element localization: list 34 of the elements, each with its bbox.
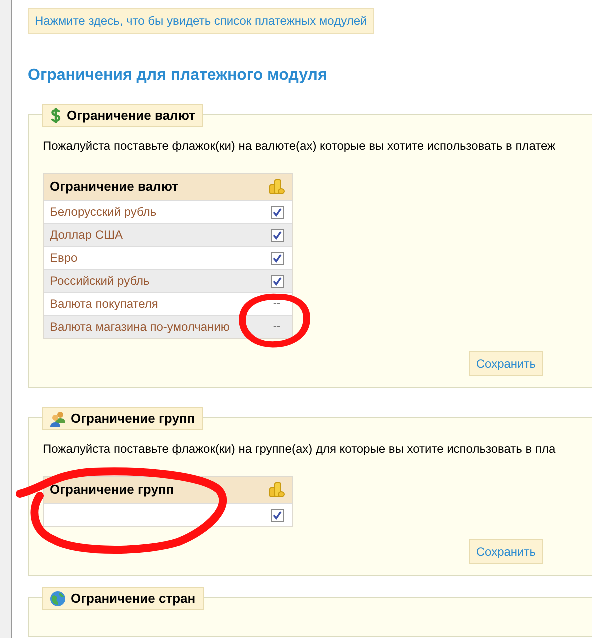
checkbox[interactable] bbox=[270, 508, 284, 522]
check-icon bbox=[272, 230, 282, 240]
column-title: Ограничение групп bbox=[50, 482, 174, 498]
globe-icon bbox=[50, 590, 66, 606]
check-icon bbox=[272, 254, 282, 262]
coins-icon bbox=[269, 482, 285, 498]
row-label: Валюта покупателя bbox=[50, 297, 158, 311]
page-heading: Ограничения для платежного модуля bbox=[28, 66, 328, 86]
row-label: Белорусский рубль bbox=[50, 205, 157, 219]
instruction-text: Пожалуйста поставьте флажок(ки) на группе(ах) для которые вы хотите использовать в пла bbox=[43, 441, 557, 458]
checkbox[interactable] bbox=[270, 252, 284, 264]
legend-title: Ограничение групп bbox=[71, 410, 196, 428]
value-text: -- bbox=[272, 320, 282, 334]
row-label: Валюта магазина по-умолчанию bbox=[50, 320, 230, 334]
checkbox[interactable] bbox=[270, 206, 284, 218]
checkbox[interactable] bbox=[270, 274, 284, 288]
row-label: Евро bbox=[50, 251, 78, 265]
value-text: -- bbox=[272, 298, 282, 310]
coins-icon bbox=[269, 179, 285, 195]
legend-title: Ограничение стран bbox=[71, 590, 196, 608]
check-icon bbox=[272, 276, 282, 286]
save-button[interactable]: Сохранить bbox=[469, 539, 543, 564]
users-icon bbox=[50, 410, 66, 426]
checkbox[interactable] bbox=[270, 228, 284, 242]
instruction-text: Пожалуйста поставьте флажок(ки) на валюте(ах) которые вы хотите использовать в платеж bbox=[43, 138, 557, 155]
row-label: Доллар США bbox=[50, 228, 124, 242]
check-icon bbox=[272, 510, 282, 520]
modules-link[interactable]: Нажмите здесь, что бы увидеть список платежных модулей bbox=[28, 8, 374, 34]
column-title: Ограничение валют bbox=[50, 179, 178, 194]
dollar-icon bbox=[50, 108, 62, 124]
row-label: Российский рубль bbox=[50, 274, 150, 288]
save-button[interactable]: Сохранить bbox=[469, 351, 543, 376]
check-icon bbox=[272, 208, 282, 216]
legend-title: Ограничение валют bbox=[67, 106, 196, 125]
